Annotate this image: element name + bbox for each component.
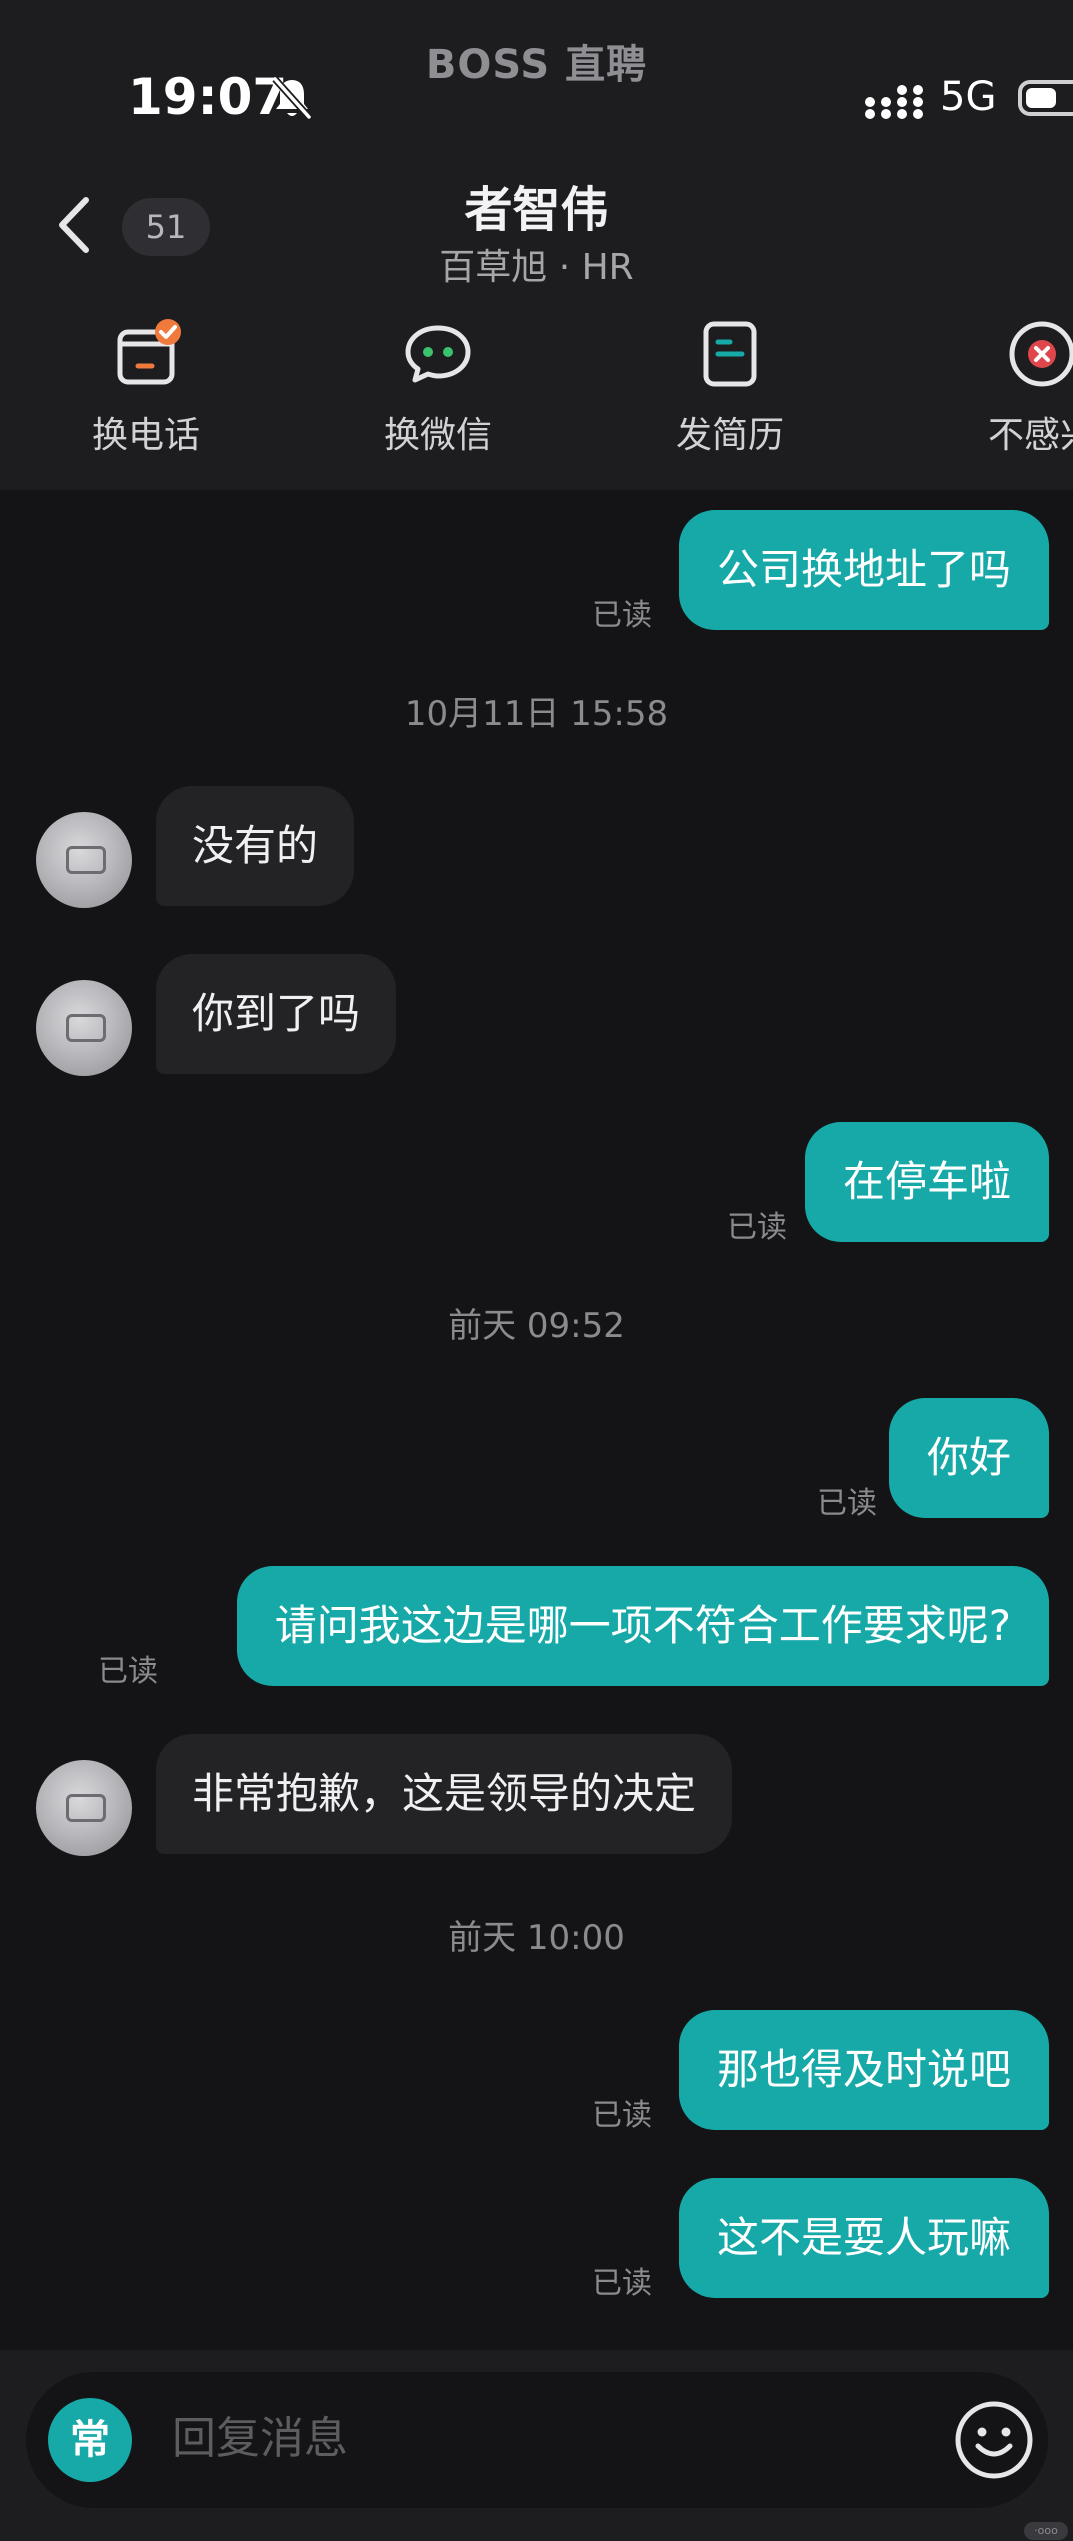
read-receipt: 已读 [592,2266,652,2301]
read-receipt: 已读 [817,1486,877,1521]
exchange-phone-label: 换电话 [91,415,200,456]
not-interested-button[interactable]: 不感兴 [942,318,1073,458]
bell-off-icon [272,76,312,120]
message-bubble-incoming[interactable]: 非常抱歉，这是领导的决定 [156,1734,733,1854]
message-bubble-outgoing[interactable]: 公司换地址了吗 [678,510,1049,630]
message-bubble-outgoing[interactable]: 在停车啦 [804,1122,1049,1242]
exchange-phone-button[interactable]: 换电话 [46,318,246,458]
message-bubble-incoming[interactable]: 你到了吗 [156,954,397,1074]
chat-area[interactable]: 公司换地址了吗 已读 10月11日 15:58 没有的 你到了吗 在停车啦 已读… [0,490,1073,2350]
resume-icon [703,321,757,387]
common-phrases-button[interactable]: 常 [48,2398,132,2482]
contact-name: 者智伟 [464,182,609,238]
watermark: ·ooo [1024,2522,1068,2540]
network-type: 5G [940,74,997,120]
message-bubble-outgoing[interactable]: 你好 [888,1398,1049,1518]
avatar[interactable] [36,980,132,1076]
phone-card-icon [117,319,181,385]
message-bubble-outgoing[interactable]: 那也得及时说吧 [678,2010,1049,2130]
status-time: 19:07 [128,68,288,126]
send-resume-label: 发简历 [675,415,784,456]
signal-icon [865,85,923,119]
message-bubble-outgoing[interactable]: 请问我这边是哪一项不符合工作要求呢? [236,1566,1049,1686]
timestamp: 10月11日 15:58 [404,694,669,734]
not-interested-label: 不感兴 [987,415,1073,456]
message-bubble-outgoing[interactable]: 这不是耍人玩嘛 [678,2178,1049,2298]
avatar[interactable] [36,1760,132,1856]
battery-icon [1018,80,1073,116]
exchange-wechat-button[interactable]: 换微信 [338,318,538,458]
emoji-icon[interactable] [952,2398,1036,2482]
wechat-icon [405,325,471,383]
message-bubble-incoming[interactable]: 没有的 [156,786,355,906]
reply-placeholder[interactable]: 回复消息 [172,2402,348,2466]
action-bar: 换电话 换微信 发简历 不感兴 [0,310,1073,490]
read-receipt: 已读 [592,2098,652,2133]
timestamp: 前天 10:00 [448,1918,625,1958]
send-resume-button[interactable]: 发简历 [630,318,830,458]
status-bar: BOSS 直聘 19:07 5G [0,0,1073,160]
read-receipt: 已读 [98,1654,158,1689]
exchange-wechat-label: 换微信 [383,415,492,456]
timestamp: 前天 09:52 [448,1306,625,1346]
read-receipt: 已读 [727,1210,787,1245]
contact-subtitle: 百草旭 · HR [439,247,634,288]
close-circle-icon [1009,321,1073,387]
read-receipt: 已读 [592,598,652,633]
input-bar: 常 回复消息 [0,2350,1073,2541]
avatar[interactable] [36,812,132,908]
chat-header: 51 者智伟 百草旭 · HR [0,160,1073,310]
